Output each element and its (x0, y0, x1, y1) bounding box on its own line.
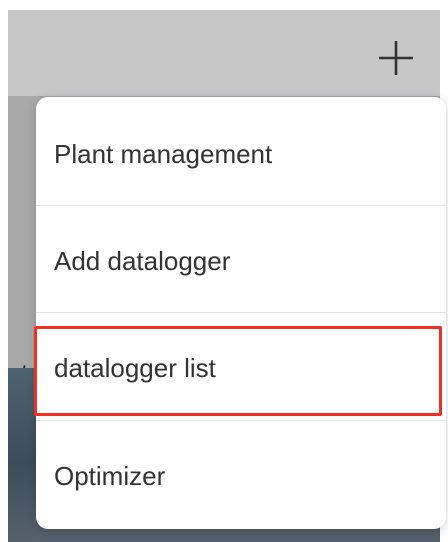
menu-item-plant-management[interactable]: Plant management (36, 101, 446, 207)
highlight-box (34, 326, 442, 416)
plus-icon[interactable] (376, 38, 416, 78)
top-frame (0, 0, 448, 10)
menu-item-label: Plant management (54, 138, 273, 169)
dropdown-menu: Plant management Add datalogger datalogg… (36, 97, 446, 529)
menu-item-optimizer[interactable]: Optimizer (36, 423, 446, 529)
menu-item-add-datalogger[interactable]: Add datalogger (36, 208, 446, 314)
divider (36, 312, 446, 313)
divider (36, 420, 446, 421)
menu-item-label: Optimizer (54, 460, 166, 491)
top-header-bar (8, 10, 440, 96)
menu-item-label: Add datalogger (54, 245, 231, 276)
divider (36, 205, 446, 206)
